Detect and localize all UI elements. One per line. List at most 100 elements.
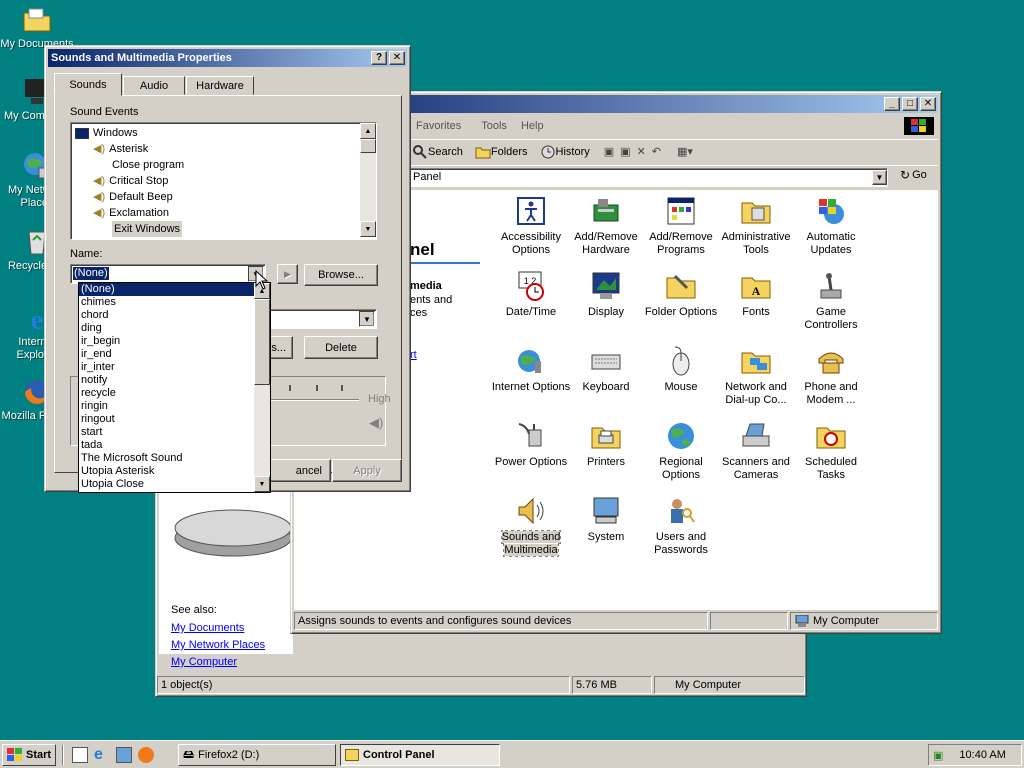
cp-phone-modem[interactable]: Phone and Modem ...	[791, 345, 871, 407]
cancel-button[interactable]: ancel	[266, 459, 331, 482]
dialog-titlebar[interactable]: Sounds and Multimedia Properties ? ✕	[48, 49, 407, 67]
cp-printers[interactable]: Printers	[566, 420, 646, 469]
apply-button[interactable]: Apply	[332, 459, 402, 482]
start-button[interactable]: Start	[2, 744, 56, 766]
volume-slider-track[interactable]	[271, 399, 359, 401]
task-control-panel[interactable]: Control Panel	[340, 744, 500, 766]
move-copy-delete-undo-icons[interactable]: ▣▣✕↶	[604, 145, 667, 158]
event-windows[interactable]: Windows	[75, 125, 138, 141]
cp-users-passwords[interactable]: Users and Passwords	[641, 495, 721, 557]
history-icon	[541, 145, 555, 158]
dropdown-option[interactable]: notify	[79, 374, 254, 387]
dropdown-option[interactable]: chord	[79, 309, 254, 322]
go-button[interactable]: ↻ Go	[900, 168, 927, 182]
menu-tools[interactable]: Tools	[481, 120, 507, 132]
tab-audio[interactable]: Audio	[123, 76, 185, 95]
cp-internet-options[interactable]: Internet Options	[491, 345, 571, 394]
folders-button[interactable]: Folders	[475, 144, 528, 160]
help-button[interactable]: ?	[371, 51, 387, 65]
search-button[interactable]: Search	[412, 144, 463, 160]
cp-display[interactable]: Display	[566, 270, 646, 319]
close-button[interactable]: ✕	[920, 97, 936, 111]
desktop-icon-my-documents[interactable]: My Documents	[0, 4, 74, 51]
see-also-link-my-documents[interactable]: My Documents	[171, 622, 244, 634]
events-scrollbar[interactable]: ▲ ▼	[360, 123, 376, 237]
event-asterisk[interactable]: ◀) Asterisk	[93, 141, 148, 157]
dropdown-option[interactable]: Utopia Close	[79, 478, 254, 491]
volume-speaker-icon[interactable]: ◀)	[369, 415, 383, 431]
history-button[interactable]: History	[540, 144, 590, 160]
dropdown-scrollbar[interactable]: ▲ ▼	[254, 283, 270, 492]
cp-fonts[interactable]: A Fonts	[716, 270, 796, 319]
dropdown-option[interactable]: recycle	[79, 387, 254, 400]
dropdown-option[interactable]: (None)	[79, 283, 254, 296]
dropdown-option[interactable]: ringout	[79, 413, 254, 426]
cp-sounds-multimedia[interactable]: Sounds and Multimedia	[491, 495, 571, 557]
dialog-close-button[interactable]: ✕	[389, 51, 405, 65]
ie-quicklaunch-icon[interactable]: e	[94, 747, 110, 763]
cp-add-remove-hardware[interactable]: Add/Remove Hardware	[566, 195, 646, 257]
show-desktop-icon[interactable]	[72, 747, 88, 763]
cp-power-options[interactable]: Power Options	[491, 420, 571, 469]
clock[interactable]: 10:40 AM	[959, 749, 1005, 761]
cp-accessibility-options[interactable]: Accessibility Options	[491, 195, 571, 257]
dropdown-option[interactable]: start	[79, 426, 254, 439]
dropdown-option[interactable]: tada	[79, 439, 254, 452]
event-exclamation[interactable]: ◀) Exclamation	[93, 205, 169, 221]
cp-system[interactable]: System	[566, 495, 646, 544]
address-input[interactable]: Panel	[408, 168, 888, 187]
views-icon[interactable]: ▦▾	[677, 145, 693, 158]
menu-help[interactable]: Help	[521, 120, 544, 132]
dropdown-option[interactable]: ir_inter	[79, 361, 254, 374]
dropdown-option[interactable]: chimes	[79, 296, 254, 309]
dropdown-option[interactable]: ir_end	[79, 348, 254, 361]
tray-network-icon[interactable]: ▣	[933, 749, 943, 762]
event-default-beep[interactable]: ◀) Default Beep	[93, 189, 173, 205]
menu-favorites[interactable]: Favorites	[416, 120, 461, 132]
dropdown-option[interactable]: ringin	[79, 400, 254, 413]
cp-automatic-updates[interactable]: Automatic Updates	[791, 195, 871, 257]
see-also-link-my-computer[interactable]: My Computer	[171, 656, 237, 668]
event-close-program[interactable]: Close program	[112, 157, 184, 173]
cp-mouse[interactable]: Mouse	[641, 345, 721, 394]
tab-hardware[interactable]: Hardware	[186, 76, 254, 95]
address-dropdown-button[interactable]: ▼	[872, 170, 887, 185]
sound-events-list[interactable]: Windows ◀) Asterisk Close program ◀) Criti…	[70, 122, 377, 240]
scroll-down-button[interactable]: ▼	[360, 221, 376, 237]
scroll-thumb[interactable]	[360, 139, 376, 153]
dropdown-option[interactable]: The Microsoft Sound	[79, 452, 254, 465]
tab-sounds[interactable]: Sounds	[54, 73, 122, 96]
cp-administrative-tools[interactable]: Administrative Tools	[716, 195, 796, 257]
browse-button[interactable]: Browse...	[304, 264, 378, 286]
dropdown-option[interactable]: ir_begin	[79, 335, 254, 348]
scheme-combobox[interactable]: ▼	[255, 309, 377, 329]
cp-scheduled-tasks[interactable]: Scheduled Tasks	[791, 420, 871, 482]
minimize-button[interactable]: _	[884, 97, 900, 111]
event-critical-stop[interactable]: ◀) Critical Stop	[93, 173, 168, 189]
cp-keyboard[interactable]: Keyboard	[566, 345, 646, 394]
cp-network-dialup[interactable]: Network and Dial-up Co...	[716, 345, 796, 407]
cp-game-controllers[interactable]: Game Controllers	[791, 270, 871, 332]
scheme-dropdown-button[interactable]: ▼	[359, 311, 375, 327]
event-exit-windows[interactable]: Exit Windows	[112, 221, 183, 237]
scroll-up-button[interactable]: ▲	[360, 123, 376, 139]
maximize-button[interactable]: □	[902, 97, 918, 111]
cp-scanners-cameras[interactable]: Scanners and Cameras	[716, 420, 796, 482]
name-dropdown-list[interactable]: (None) chimes chord ding ir_begin ir_end ir_in…	[78, 282, 271, 493]
name-combobox[interactable]: (None) ▼	[70, 264, 266, 284]
webview-link[interactable]: rt	[410, 349, 417, 361]
outlook-quicklaunch-icon[interactable]	[116, 747, 132, 763]
dropdown-option[interactable]: Utopia Asterisk	[79, 465, 254, 478]
task-firefox2[interactable]: 🖴 Firefox2 (D:)	[178, 744, 336, 766]
dropdown-scroll-down[interactable]: ▼	[254, 476, 270, 492]
cp-regional-options[interactable]: Regional Options	[641, 420, 721, 482]
dropdown-option[interactable]: ding	[79, 322, 254, 335]
play-button[interactable]: ▶	[277, 264, 298, 284]
cp-folder-options[interactable]: Folder Options	[641, 270, 721, 319]
delete-button[interactable]: Delete	[304, 336, 378, 359]
cp-add-remove-programs[interactable]: Add/Remove Programs	[641, 195, 721, 257]
dropdown-scroll-thumb[interactable]	[254, 299, 270, 385]
see-also-link-network-places[interactable]: My Network Places	[171, 639, 265, 651]
cp-date-time[interactable]: 1 2 Date/Time	[491, 270, 571, 319]
firefox-quicklaunch-icon[interactable]	[138, 747, 154, 763]
